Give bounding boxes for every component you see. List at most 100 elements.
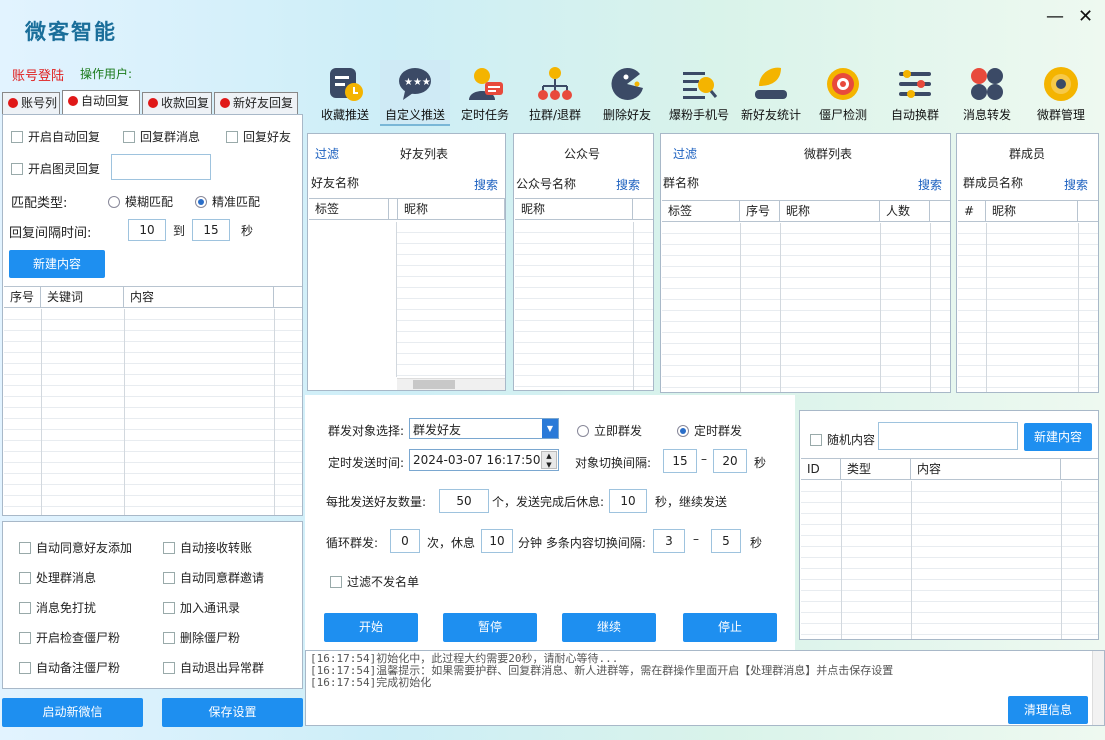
friends-table-header: 标签 昵称 [309,198,505,220]
column-header[interactable]: 序号 [740,201,780,221]
column-divider [841,481,842,639]
switch-interval-label: 对象切换间隔: [575,456,652,470]
account-login-link[interactable]: 账号登陆 [12,65,64,84]
group-manage-icon [1044,67,1078,101]
auto-accept-friend-checkbox[interactable]: 自动同意好友添加 [19,539,132,556]
column-header[interactable]: 序号 [4,287,41,307]
reply-group-msg-checkbox[interactable]: 回复群消息 [123,128,200,145]
minimize-icon[interactable]: — [1046,6,1064,27]
friends-search-link[interactable]: 搜索 [474,176,498,193]
tool-auto-switch-group[interactable]: 自动换群 [880,60,950,126]
tool-message-forward[interactable]: 消息转发 [952,60,1022,126]
tool-group-join-leave[interactable]: 拉群/退群 [520,60,590,126]
tab-account-list[interactable]: 账号列 [2,92,60,114]
vertical-scrollbar[interactable] [1092,651,1104,725]
groups-table-body[interactable] [662,223,950,392]
column-header[interactable]: 标签 [309,199,389,219]
column-header[interactable]: 昵称 [515,199,633,219]
add-contacts-checkbox[interactable]: 加入通讯录 [163,599,240,616]
horizontal-scrollbar[interactable] [397,378,505,390]
column-header[interactable]: 内容 [124,287,274,307]
tab-payment-reply[interactable]: 收款回复 [142,92,212,114]
enable-image-reply-checkbox[interactable]: 开启图灵回复 [11,160,100,177]
tool-favorites-push[interactable]: 收藏推送 [310,60,380,126]
column-header[interactable]: # [958,201,986,221]
status-dot-icon [68,96,78,106]
column-header[interactable]: 内容 [911,459,1061,479]
column-header[interactable]: 关键词 [41,287,124,307]
immediate-send-radio[interactable]: 立即群发 [577,422,642,439]
delete-zombie-checkbox[interactable]: 删除僵尸粉 [163,629,240,646]
tab-label: 账号列 [21,96,58,110]
tool-group-manage[interactable]: 微群管理 [1026,60,1096,126]
image-reply-input[interactable] [111,154,211,180]
column-header[interactable]: 昵称 [780,201,880,221]
column-divider [396,222,397,377]
loop-rest-input[interactable]: 10 [481,529,513,553]
content-interval-to-input[interactable]: 5 [711,529,741,553]
send-time-picker[interactable]: 2024-03-07 16:17:50 ▲ ▼ [409,449,559,471]
tool-custom-push[interactable]: ★★★ 自定义推送 [380,60,450,126]
column-header[interactable]: 昵称 [986,201,1078,221]
exit-abnormal-group-checkbox[interactable]: 自动退出异常群 [163,659,264,676]
pause-button[interactable]: 暂停 [443,613,537,642]
close-icon[interactable]: ✕ [1078,6,1093,27]
loop-count-input[interactable]: 0 [390,529,420,553]
start-button[interactable]: 开始 [324,613,418,642]
remark-zombie-checkbox[interactable]: 自动备注僵尸粉 [19,659,120,676]
reply-friend-checkbox[interactable]: 回复好友 [226,128,291,145]
tool-phone-search[interactable]: 爆粉手机号 [664,60,734,126]
resume-button[interactable]: 继续 [562,613,656,642]
enable-auto-reply-checkbox[interactable]: 开启自动回复 [11,128,100,145]
tool-new-friend-stats[interactable]: 新好友统计 [736,60,806,126]
switch-to-input[interactable]: 20 [713,449,747,473]
target-select[interactable]: 群发好友 ▼ [409,418,559,439]
column-header[interactable]: 人数 [880,201,930,221]
clear-log-button[interactable]: 清理信息 [1008,696,1088,724]
members-table-body[interactable] [958,223,1098,392]
groups-search-link[interactable]: 搜索 [918,176,942,193]
column-header[interactable]: 类型 [841,459,911,479]
interval-from-input[interactable]: 10 [128,219,166,241]
batch-size-input[interactable]: 50 [439,489,489,513]
members-search-link[interactable]: 搜索 [1064,176,1088,193]
interval-to-input[interactable]: 15 [192,219,230,241]
public-search-link[interactable]: 搜索 [616,176,640,193]
start-wechat-button[interactable]: 启动新微信 [2,698,143,727]
random-content-checkbox[interactable]: 随机内容 [810,431,875,448]
tool-scheduled-task[interactable]: 定时任务 [450,60,520,126]
chevron-down-icon[interactable]: ▼ [542,419,558,438]
stop-button[interactable]: 停止 [683,613,777,642]
reply-table-body[interactable] [4,309,302,515]
new-content-button[interactable]: 新建内容 [1024,423,1092,451]
main-toolbar: 收藏推送 ★★★ 自定义推送 定时任务 拉群/退群 删除好友 爆粉手机号 新好友… [310,60,1105,126]
spin-icon[interactable]: ▲ ▼ [541,451,557,469]
exact-match-radio[interactable]: 精准匹配 [195,193,260,210]
save-settings-button[interactable]: 保存设置 [162,698,303,727]
check-zombie-checkbox[interactable]: 开启检查僵尸粉 [19,629,120,646]
column-header[interactable]: ID [801,459,841,479]
switch-from-input[interactable]: 15 [663,449,697,473]
handle-group-msg-checkbox[interactable]: 处理群消息 [19,569,96,586]
skip-unsent-checkbox[interactable]: 过滤不发名单 [330,573,419,590]
rest-seconds-input[interactable]: 10 [609,489,647,513]
friends-table-body[interactable] [397,222,505,377]
tab-new-friend-reply[interactable]: 新好友回复 [214,92,298,114]
friends-filter-link[interactable]: 过滤 [315,145,339,162]
fuzzy-match-radio[interactable]: 模糊匹配 [108,193,173,210]
new-content-button[interactable]: 新建内容 [9,250,105,278]
tool-delete-friend[interactable]: 删除好友 [592,60,662,126]
log-panel[interactable]: [16:17:54]初始化中，此过程大约需要20秒，请耐心等待... [16:1… [305,650,1105,726]
tool-zombie-detect[interactable]: 僵尸检测 [808,60,878,126]
auto-accept-group-invite-checkbox[interactable]: 自动同意群邀请 [163,569,264,586]
content-interval-from-input[interactable]: 3 [653,529,685,553]
random-content-input[interactable] [878,422,1018,450]
content-table-body[interactable] [801,481,1098,639]
column-header[interactable]: 昵称 [397,199,505,219]
mute-messages-checkbox[interactable]: 消息免打扰 [19,599,96,616]
tab-auto-reply[interactable]: 自动回复 [62,90,140,114]
groups-filter-link[interactable]: 过滤 [673,145,697,162]
scheduled-send-radio[interactable]: 定时群发 [677,422,742,439]
auto-accept-transfer-checkbox[interactable]: 自动接收转账 [163,539,252,556]
column-header[interactable]: 标签 [662,201,740,221]
